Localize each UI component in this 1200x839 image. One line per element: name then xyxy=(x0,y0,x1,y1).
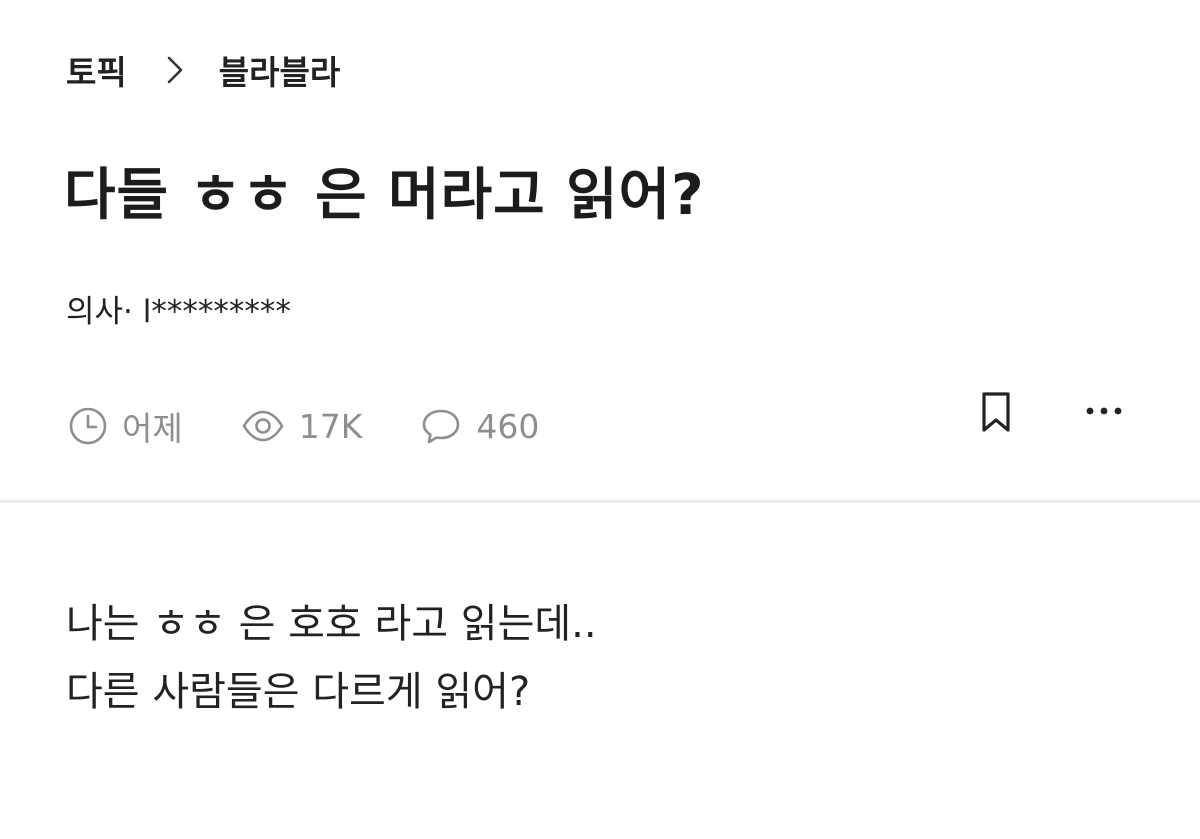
post-time-label: 어제 xyxy=(122,409,183,448)
post-comments[interactable]: 460 xyxy=(420,406,539,446)
more-options-button[interactable] xyxy=(1080,392,1128,428)
post-meta: 어제 17K 460 xyxy=(68,402,539,450)
bookmark-icon xyxy=(977,390,1015,438)
post-comments-count: 460 xyxy=(476,406,540,446)
post-views-count: 17K xyxy=(298,406,363,446)
post-author[interactable]: 의사· l********* xyxy=(66,286,291,331)
post-time: 어제 xyxy=(68,402,183,450)
post-views: 17K xyxy=(241,406,363,446)
post-body-line: 다른 사람들은 다르게 읽어? xyxy=(66,669,531,715)
breadcrumb-board-link[interactable]: 블라블라 xyxy=(219,46,340,94)
post-body: 나는 ㅎㅎ 은 호호 라고 읽는데.. 다른 사람들은 다르게 읽어? xyxy=(66,590,597,726)
clock-icon xyxy=(68,406,108,446)
divider xyxy=(0,500,1200,503)
comment-bubble-icon xyxy=(420,406,462,446)
more-dots-icon xyxy=(1084,401,1124,420)
bookmark-button[interactable] xyxy=(974,390,1018,438)
breadcrumb: 토픽 블라블라 xyxy=(66,46,340,94)
eye-icon xyxy=(241,406,285,446)
post-title: 다들 ㅎㅎ 은 머라고 읽어? xyxy=(64,163,705,228)
post-body-line: 나는 ㅎㅎ 은 호호 라고 읽는데.. xyxy=(66,601,597,647)
breadcrumb-category-link[interactable]: 토픽 xyxy=(66,46,127,94)
chevron-right-icon xyxy=(165,55,185,85)
